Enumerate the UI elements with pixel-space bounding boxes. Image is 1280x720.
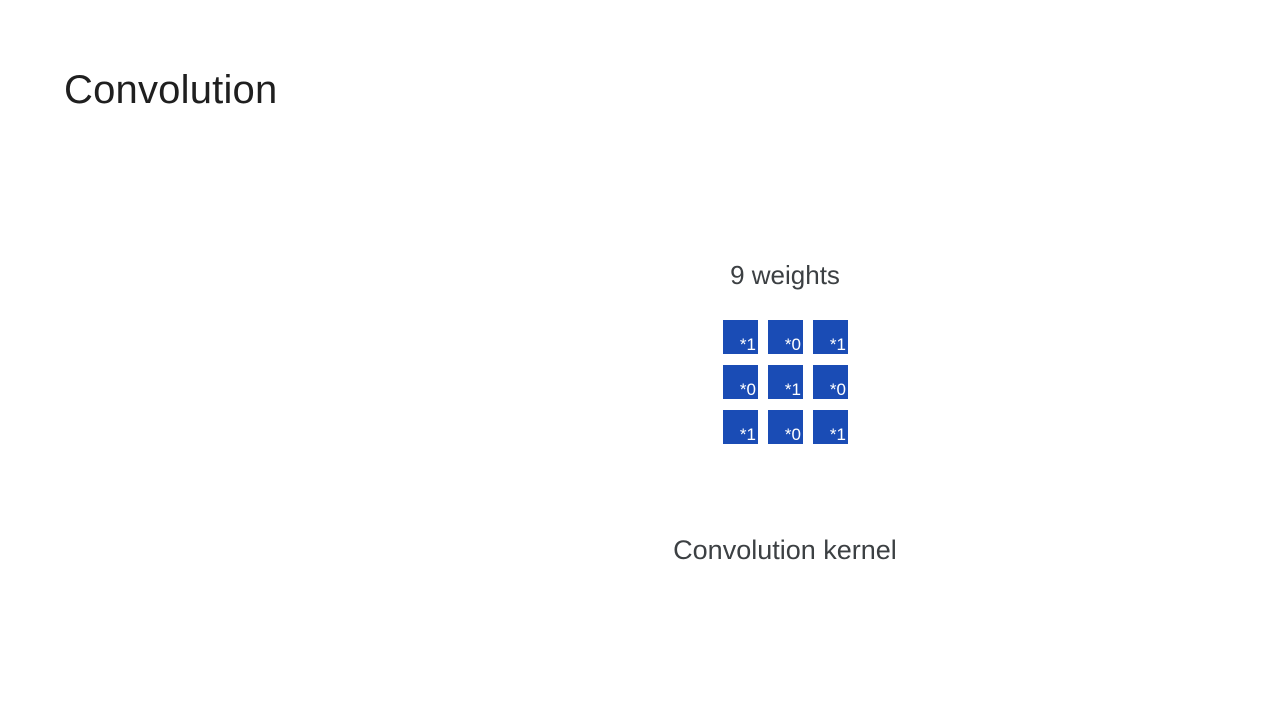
- weights-label: 9 weights: [730, 260, 840, 290]
- kernel-weight: *1: [784, 380, 801, 399]
- kernel-weight: *1: [739, 335, 756, 354]
- kernel-weight: *1: [829, 335, 846, 354]
- kernel-cell: *1: [813, 410, 848, 444]
- kernel-cell: *0: [768, 320, 803, 354]
- kernel-weight: *1: [739, 425, 756, 444]
- kernel-cell: *0: [813, 365, 848, 399]
- kernel-cell: *1: [723, 320, 758, 354]
- kernel-cell: *0: [723, 365, 758, 399]
- kernel-weight: *0: [784, 425, 801, 444]
- kernel-weight: *0: [784, 335, 801, 354]
- slide: Convolution 9 weights *1 *0 *1 *0 *1 *0 …: [0, 0, 1280, 720]
- kernel-weight: *0: [739, 380, 756, 399]
- kernel-cell: *1: [723, 410, 758, 444]
- slide-title: Convolution: [64, 68, 278, 112]
- convolution-kernel-grid: *1 *0 *1 *0 *1 *0 *1 *0 *1: [723, 320, 848, 444]
- kernel-weight: *0: [829, 380, 846, 399]
- kernel-cell: *1: [813, 320, 848, 354]
- kernel-caption: Convolution kernel: [673, 535, 897, 565]
- kernel-cell: *1: [768, 365, 803, 399]
- kernel-weight: *1: [829, 425, 846, 444]
- kernel-cell: *0: [768, 410, 803, 444]
